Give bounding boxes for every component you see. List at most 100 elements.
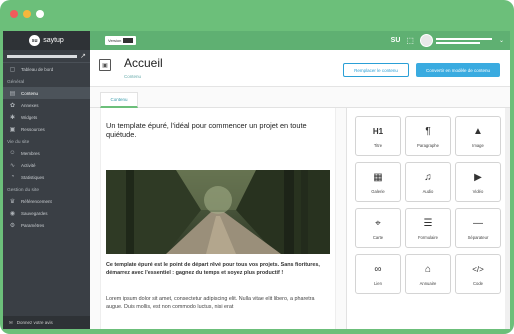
publish-icon[interactable]: ⬚	[406, 36, 414, 45]
sidebar: su saytup ↗ ▢ Tableau de bord Général ▤ …	[3, 31, 90, 329]
lead-paragraph[interactable]: Un template épuré, l'idéal pour commence…	[106, 121, 326, 139]
sidebar-item-stats[interactable]: ◔ Statistiques	[3, 171, 90, 183]
block-label: Titre	[373, 142, 383, 148]
user-name-redacted	[435, 37, 492, 44]
settings-icon: ⚙	[9, 222, 16, 229]
version-selector[interactable]: Version	[105, 36, 137, 45]
sidebar-item-members[interactable]: ☺ Membres	[3, 147, 90, 159]
sidebar-item-backups[interactable]: ◉ Sauvegardes	[3, 207, 90, 219]
sidebar-item-label: Paramètres	[21, 222, 45, 228]
sidebar-item-dashboard[interactable]: ▢ Tableau de bord	[3, 63, 90, 75]
block-form[interactable]: ☰ Formulaire	[405, 208, 451, 248]
tab-content[interactable]: Contenu	[100, 92, 138, 108]
sidebar-item-label: Tableau de bord	[21, 66, 54, 72]
block-gallery[interactable]: ▦ Galerie	[355, 162, 401, 202]
site-icon: ▢	[9, 66, 16, 73]
sidebar-item-widgets[interactable]: ✱ Widgets	[3, 111, 90, 123]
image-icon: ▲	[473, 126, 483, 137]
directory-icon: ⌂	[424, 264, 432, 275]
stats-icon: ◔	[10, 174, 15, 180]
block-label: Vidéo	[472, 188, 484, 194]
brand-logo: su	[29, 35, 41, 46]
browser-frame: su saytup ↗ ▢ Tableau de bord Général ▤ …	[0, 0, 514, 334]
app-window: su saytup ↗ ▢ Tableau de bord Général ▤ …	[3, 31, 510, 329]
sidebar-item-resources[interactable]: ▣ Ressources	[3, 123, 90, 135]
editor-page[interactable]: Un template épuré, l'idéal pour commence…	[100, 108, 336, 329]
close-dot[interactable]	[10, 10, 18, 18]
widgets-icon: ✱	[9, 114, 16, 121]
external-link-icon[interactable]: ↗	[80, 52, 86, 60]
maximize-dot[interactable]	[36, 10, 44, 18]
site-selector[interactable]: ↗	[3, 50, 90, 63]
feedback-label: Donnez votre avis	[16, 320, 53, 325]
top-bar-actions: SU ⬚ ⌄	[391, 31, 504, 50]
resources-icon: ▣	[9, 126, 16, 133]
separator-icon: —	[473, 218, 483, 229]
title-icon: H1	[372, 127, 384, 136]
block-directory[interactable]: ⌂ Annuaire	[405, 254, 451, 294]
link-icon: ∞	[374, 264, 382, 275]
block-title[interactable]: H1 Titre	[355, 116, 401, 156]
sidebar-item-activity[interactable]: ∿ Activité	[3, 159, 90, 171]
blocks-grid: H1 Titre ¶ Paragraphe ▲ Image ▦ Galerie ♫ Aud…	[355, 116, 501, 294]
block-map[interactable]: ⌖ Carte	[355, 208, 401, 248]
block-paragraph[interactable]: ¶ Paragraphe	[405, 116, 451, 156]
video-icon: ▶	[474, 172, 482, 183]
convert-template-button[interactable]: Convertir en modèle de contenu	[416, 63, 500, 77]
members-icon: ☺	[9, 150, 16, 156]
page-header: ▣ Accueil Contenu Remplacer le contenu C…	[90, 50, 510, 87]
sidebar-item-label: Statistiques	[21, 174, 45, 180]
block-video[interactable]: ▶ Vidéo	[455, 162, 501, 202]
sidebar-item-label: Activité	[21, 162, 36, 168]
forest-road-illustration	[106, 170, 330, 254]
avatar	[419, 34, 433, 47]
intro-bold-paragraph[interactable]: Ce template épuré est le point de départ…	[106, 261, 331, 278]
user-menu[interactable]: ⌄	[419, 34, 504, 47]
brand[interactable]: su saytup	[3, 31, 90, 50]
panel-scrollbar[interactable]	[505, 108, 510, 329]
replace-content-button[interactable]: Remplacer le contenu	[343, 63, 409, 77]
site-name-redacted	[7, 54, 78, 58]
tab-bar: Contenu	[90, 87, 510, 108]
block-label: Annuaire	[419, 280, 437, 286]
block-link[interactable]: ∞ Lien	[355, 254, 401, 294]
forest-road-image[interactable]	[106, 170, 330, 254]
block-label: Image	[472, 142, 484, 148]
block-audio[interactable]: ♫ Audio	[405, 162, 451, 202]
plugins-icon: ✿	[9, 102, 16, 109]
sidebar-item-label: Contenu	[21, 90, 39, 96]
sidebar-item-annexes[interactable]: ✿ Annexes	[3, 99, 90, 111]
window-controls	[10, 10, 44, 18]
su-logo-icon[interactable]: SU	[391, 37, 401, 44]
block-label: Audio	[422, 188, 434, 194]
page-icon: ▣	[99, 59, 111, 71]
feedback-link[interactable]: ✉ Donnez votre avis	[3, 316, 90, 329]
block-label: Paragraphe	[417, 142, 439, 148]
chevron-down-icon: ⌄	[498, 38, 504, 44]
block-label: Lien	[374, 280, 382, 286]
block-label: Séparateur	[467, 234, 489, 240]
feedback-icon: ✉	[9, 319, 13, 325]
block-label: Carte	[372, 234, 384, 240]
version-value-redacted	[123, 38, 134, 43]
map-icon: ⌖	[375, 218, 381, 229]
sidebar-item-label: Membres	[21, 150, 40, 156]
top-bar: Version SU ⬚ ⌄	[90, 31, 510, 50]
brand-name: saytup	[43, 37, 64, 44]
sidebar-item-label: Référencement	[21, 198, 52, 204]
backup-icon: ◉	[9, 210, 16, 217]
block-separator[interactable]: — Séparateur	[455, 208, 501, 248]
gallery-icon: ▦	[373, 172, 383, 183]
sidebar-item-seo[interactable]: ♛ Référencement	[3, 195, 90, 207]
form-icon: ☰	[423, 218, 433, 229]
sidebar-item-settings[interactable]: ⚙ Paramètres	[3, 219, 90, 231]
page-title: Accueil	[124, 56, 163, 70]
sidebar-item-label: Widgets	[21, 114, 38, 120]
sidebar-item-label: Ressources	[21, 126, 45, 132]
section-life-title: Vie du site	[7, 140, 30, 145]
lorem-paragraph[interactable]: Lorem ipsum dolor sit amet, consectetur …	[106, 295, 331, 312]
minimize-dot[interactable]	[23, 10, 31, 18]
block-image[interactable]: ▲ Image	[455, 116, 501, 156]
sidebar-item-content[interactable]: ▤ Contenu	[3, 87, 90, 99]
block-code[interactable]: </> Code	[455, 254, 501, 294]
